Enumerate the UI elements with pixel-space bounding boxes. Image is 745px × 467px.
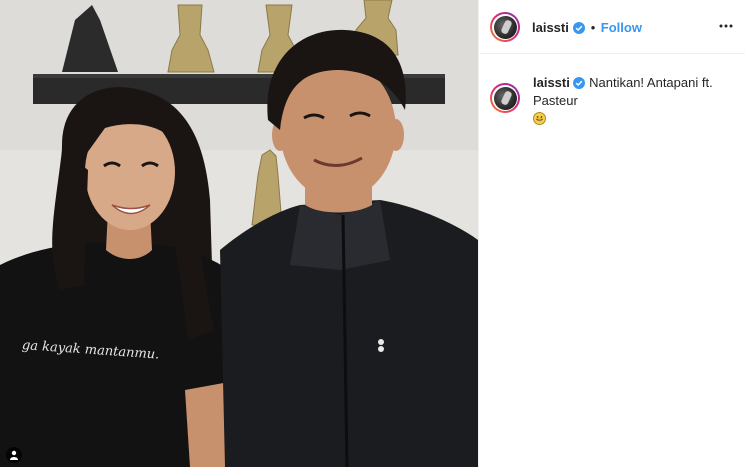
header-username[interactable]: laissti [532, 20, 569, 35]
verified-badge-icon [573, 22, 586, 34]
verified-badge-icon [573, 77, 586, 89]
follow-button[interactable]: Follow [601, 20, 642, 35]
user-tag-icon[interactable] [6, 447, 22, 463]
post-header: laissti • Follow [479, 0, 745, 54]
photo-scene [0, 0, 478, 467]
post-photo[interactable]: ga kayak mantanmu. [0, 0, 478, 467]
caption-username[interactable]: laissti [533, 75, 570, 90]
caption-text-block: laissti Nantikan! Antapani ft. Pasteur [533, 74, 733, 128]
more-options-icon[interactable] [717, 17, 735, 35]
grinning-face-emoji-icon [533, 112, 546, 125]
header-separator: • [590, 20, 596, 35]
caption-avatar[interactable] [490, 83, 520, 113]
post-sidebar: laissti • Follow laissti Nantikan! Antap… [478, 0, 745, 467]
header-avatar[interactable] [490, 12, 520, 42]
